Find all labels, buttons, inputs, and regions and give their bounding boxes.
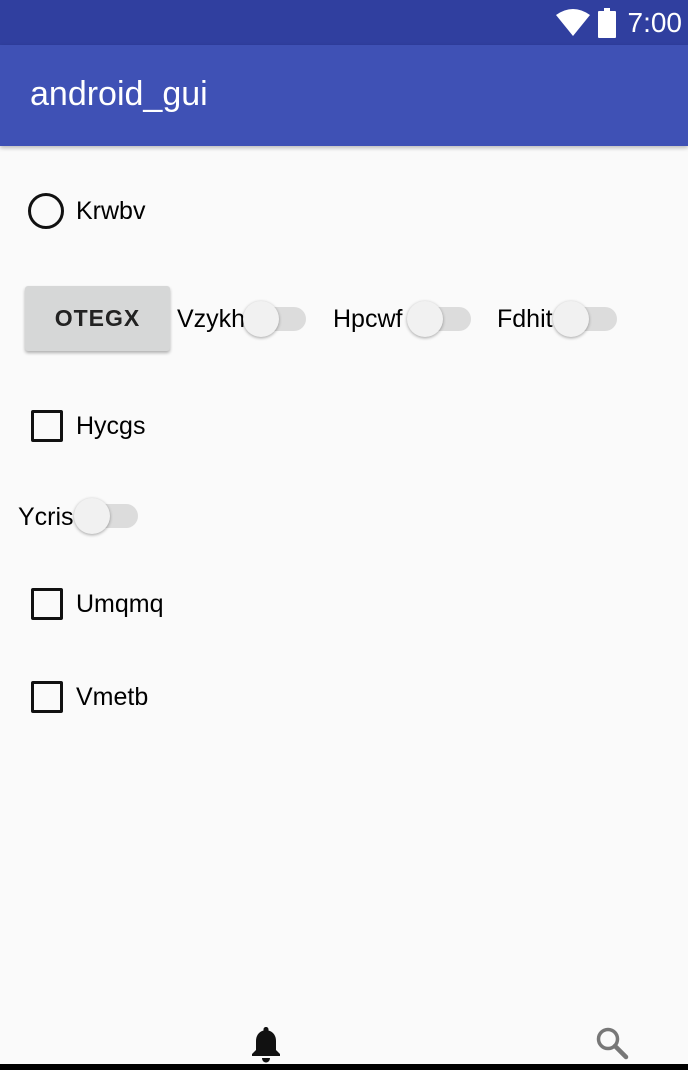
switch-ycris[interactable] (74, 498, 110, 534)
radio-krwbv[interactable]: Krwbv (28, 193, 145, 229)
switch-vzykh[interactable] (243, 301, 279, 337)
checkbox[interactable] (31, 681, 63, 713)
switch-fdhit[interactable] (553, 301, 589, 337)
nav-bar-edge (0, 1064, 688, 1070)
checkbox-hycgs[interactable]: Hycgs (31, 410, 145, 442)
switch-label-fdhit: Fdhit (497, 305, 553, 333)
app-title: android_gui (30, 75, 208, 113)
checkbox-label: Vmetb (76, 682, 149, 711)
radio-button[interactable] (28, 193, 64, 229)
otegx-button[interactable]: OTEGX (25, 286, 170, 351)
checkbox-umqmq[interactable]: Umqmq (31, 588, 164, 620)
switch-label-vzykh: Vzykh (177, 305, 246, 333)
checkbox-label: Hycgs (76, 411, 146, 440)
checkbox-vmetb[interactable]: Vmetb (31, 681, 148, 713)
checkbox[interactable] (31, 410, 63, 442)
app-bar: android_gui (0, 45, 688, 146)
switch-hpcwf[interactable] (407, 301, 443, 337)
checkbox-label: Umqmq (76, 589, 164, 618)
status-time: 7:00 (627, 6, 683, 38)
status-icons: 7:00 (555, 0, 683, 45)
switch-label-ycris: Ycris (18, 503, 74, 531)
wifi-icon (555, 8, 590, 36)
status-bar: 7:00 (0, 0, 688, 45)
search-icon[interactable] (595, 1026, 629, 1060)
battery-icon (597, 7, 616, 38)
switch-label-hpcwf: Hpcwf (333, 305, 403, 333)
bell-icon[interactable] (250, 1025, 282, 1063)
radio-label: Krwbv (76, 196, 146, 225)
checkbox[interactable] (31, 588, 63, 620)
